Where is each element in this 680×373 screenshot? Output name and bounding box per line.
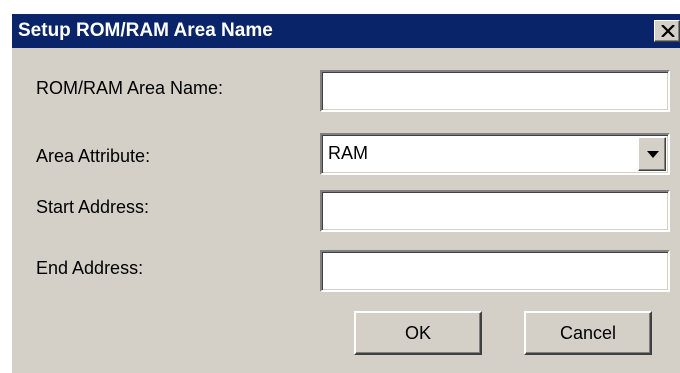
- area-name-label-text: ROM/RAM Area Name:: [36, 78, 224, 98]
- title-bar[interactable]: Setup ROM/RAM Area Name: [12, 14, 680, 48]
- start-address-label: Start Address:: [36, 197, 149, 218]
- end-address-label: End Address:: [36, 258, 143, 279]
- area-attribute-label-text: Area Attribute:: [36, 146, 151, 166]
- dialog-title: Setup ROM/RAM Area Name: [18, 20, 273, 41]
- close-button[interactable]: [654, 20, 680, 42]
- area-name-label: ROM/RAM Area Name:: [36, 78, 223, 99]
- cancel-button[interactable]: Cancel: [524, 311, 652, 355]
- end-address-label-text: End Address:: [36, 258, 144, 278]
- start-address-label-text: Start Address:: [36, 197, 150, 217]
- area-name-input[interactable]: [320, 70, 670, 112]
- end-address-input[interactable]: [320, 250, 670, 292]
- ok-button[interactable]: OK: [354, 311, 482, 355]
- start-address-input[interactable]: [320, 190, 670, 232]
- setup-rom-ram-dialog: Setup ROM/RAM Area Name ROM/RAM Area Nam…: [10, 12, 680, 373]
- area-attribute-label: Area Attribute:: [36, 146, 150, 167]
- chevron-down-icon: [647, 151, 659, 158]
- area-attribute-value: RAM: [328, 143, 368, 163]
- close-icon: [661, 25, 675, 37]
- area-attribute-select[interactable]: RAM: [320, 133, 670, 175]
- dropdown-button[interactable]: [638, 137, 666, 171]
